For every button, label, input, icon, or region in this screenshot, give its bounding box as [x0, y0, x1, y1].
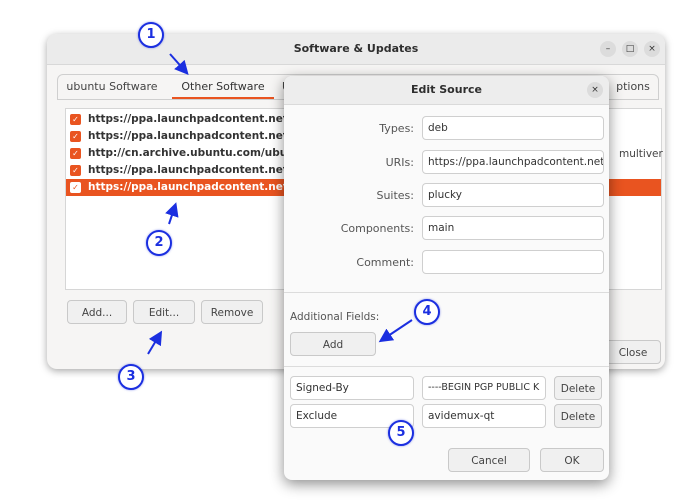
arrow-4 — [378, 319, 413, 343]
arrow-1 — [169, 53, 189, 75]
arrow-2 — [165, 202, 179, 225]
annotation-arrows — [147, 53, 413, 355]
callout-3: 3 — [118, 364, 144, 390]
callout-4: 4 — [414, 299, 440, 325]
arrow-3 — [147, 330, 163, 355]
callout-1: 1 — [138, 22, 164, 48]
callout-5: 5 — [388, 420, 414, 446]
callout-2: 2 — [146, 230, 172, 256]
